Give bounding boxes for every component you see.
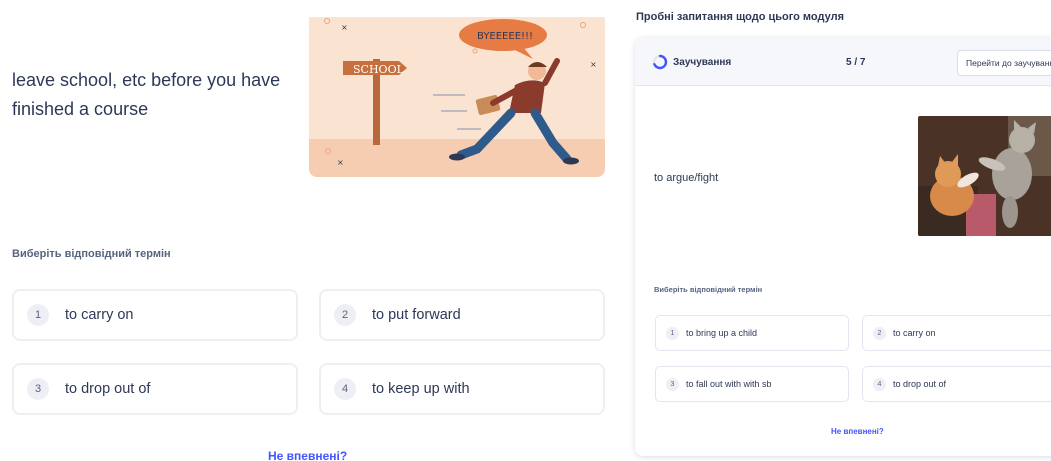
option-number: 2 [873, 326, 886, 340]
not-sure-link[interactable]: Не впевнені? [831, 427, 884, 436]
option-number: 1 [666, 326, 679, 340]
option-label: to fall out with with sb [686, 379, 772, 389]
term-image [918, 116, 1051, 236]
go-to-learn-button[interactable]: Перейти до заучування [957, 50, 1051, 76]
option-label: to drop out of [65, 381, 151, 397]
option-label: to put forward [372, 307, 461, 323]
option-number: 1 [27, 304, 49, 326]
option-number: 2 [334, 304, 356, 326]
learn-mode-icon [652, 54, 668, 75]
answer-option-4[interactable]: 4 to drop out of [862, 366, 1051, 402]
svg-text:×: × [337, 158, 344, 167]
option-number: 4 [334, 378, 356, 400]
svg-text:×: × [341, 23, 348, 32]
definition-illustration: × × × SCHOOL BYEEEEE!!! [309, 17, 605, 177]
sign-text: SCHOOL [353, 63, 405, 76]
question-card-header: Заучування 5 / 7 Перейти до заучування [635, 38, 1051, 86]
answer-option-2[interactable]: 2 to carry on [862, 315, 1051, 351]
option-label: to carry on [893, 328, 936, 338]
answer-option-2[interactable]: 2 to put forward [319, 289, 605, 341]
answer-option-4[interactable]: 4 to keep up with [319, 363, 605, 415]
mode-label: Заучування [673, 57, 732, 68]
speech-text: BYEEEEE!!! [477, 31, 533, 42]
option-number: 3 [27, 378, 49, 400]
definition-text: leave school, etc before you have finish… [12, 70, 281, 119]
option-label: to keep up with [372, 381, 470, 397]
option-number: 3 [666, 377, 679, 391]
answer-option-1[interactable]: 1 to bring up a child [655, 315, 849, 351]
not-sure-link[interactable]: Не впевнені? [268, 449, 347, 461]
answer-option-3[interactable]: 3 to drop out of [12, 363, 298, 415]
answer-prompt: Виберіть відповідний термін [12, 248, 171, 260]
option-label: to carry on [65, 307, 134, 323]
page: leave school, etc before you have finish… [0, 0, 1051, 461]
practice-panel-title: Пробні запитання щодо цього модуля [636, 11, 844, 23]
question-term: to argue/fight [654, 172, 719, 184]
answer-option-1[interactable]: 1 to carry on [12, 289, 298, 341]
option-label: to bring up a child [686, 328, 758, 338]
option-label: to drop out of [893, 379, 947, 389]
option-number: 4 [873, 377, 886, 391]
answer-prompt: Виберіть відповідний термін [654, 285, 763, 294]
answer-option-3[interactable]: 3 to fall out with with sb [655, 366, 849, 402]
svg-text:×: × [590, 60, 597, 69]
question-progress: 5 / 7 [846, 57, 866, 68]
practice-question-card: Заучування 5 / 7 Перейти до заучування t… [635, 38, 1051, 456]
